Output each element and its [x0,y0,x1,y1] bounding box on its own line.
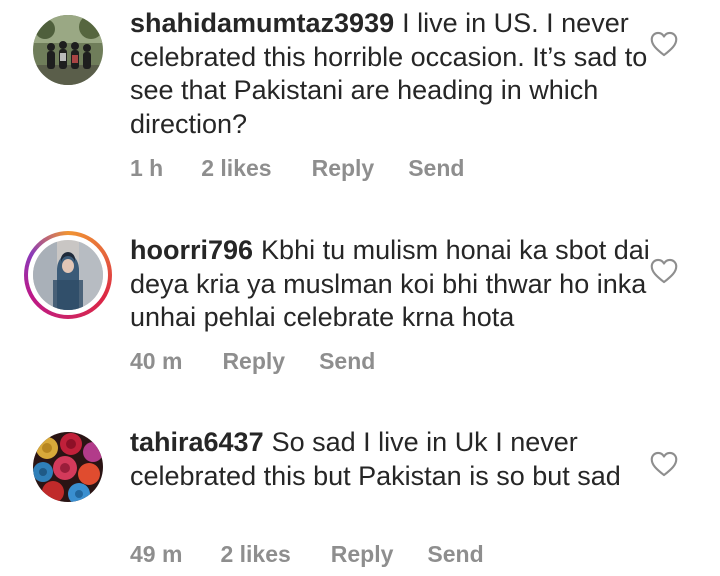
story-ring [28,235,108,315]
heart-icon[interactable] [650,31,678,57]
comment-username[interactable]: tahira6437 [130,427,264,457]
send-button[interactable]: Send [427,541,483,568]
heart-icon[interactable] [650,258,678,284]
comments-list: shahidamumtaz3939 I live in US. I never c… [0,0,720,576]
avatar[interactable] [33,432,103,502]
comment-text: tahira6437 So sad I live in Uk I never ce… [130,426,650,493]
comment-username[interactable]: shahidamumtaz3939 [130,8,394,38]
comment-username[interactable]: hoorri796 [130,235,253,265]
portrait-avatar-icon [33,240,103,310]
comment-time: 40 m [130,348,183,374]
comment-text: hoorri796 Kbhi tu mulism honai ka sbot da… [130,234,650,335]
comment-time: 1 h [130,155,164,181]
send-button[interactable]: Send [319,348,375,375]
comment-time: 49 m [130,541,183,567]
comment-likes[interactable]: 2 likes [201,155,271,182]
avatar[interactable] [33,15,103,85]
roses-avatar-icon [33,432,103,502]
send-button[interactable]: Send [408,155,464,182]
group-photo-avatar-icon [33,15,103,85]
comment-meta: 40 m Reply Send [130,348,375,375]
comment-likes[interactable]: 2 likes [220,541,290,568]
avatar[interactable] [24,231,112,319]
reply-button[interactable]: Reply [222,348,285,375]
heart-icon[interactable] [650,451,678,477]
reply-button[interactable]: Reply [312,155,375,182]
comment-text: shahidamumtaz3939 I live in US. I never c… [130,7,650,141]
comment-meta: 1 h 2 likes Reply Send [130,155,464,182]
reply-button[interactable]: Reply [331,541,394,568]
comment-meta: 49 m 2 likes Reply Send [130,541,484,568]
